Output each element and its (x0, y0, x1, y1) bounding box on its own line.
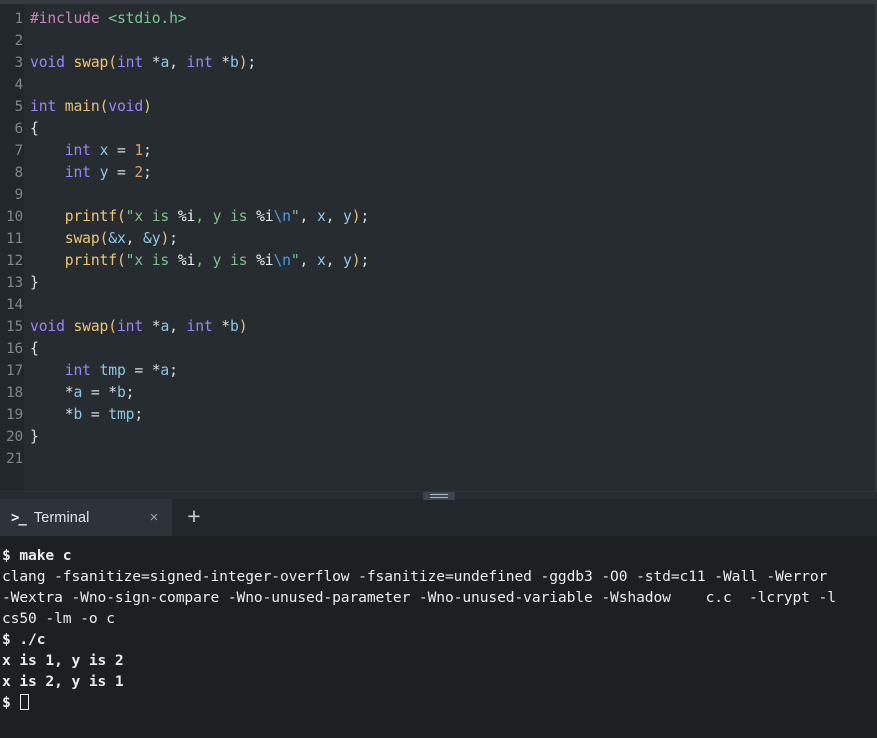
line-number: 17 (5, 363, 23, 379)
line-number: 21 (5, 451, 23, 467)
code-line: swap(&x, &y); (64, 230, 178, 247)
terminal-tab-label: Terminal (33, 509, 90, 526)
code-line: *b = tmp; (30, 406, 144, 423)
terminal-line: $ ./c (2, 631, 46, 648)
terminal-line: $ make c (2, 547, 72, 564)
code-line: printf("x is %i, y is %i\n", x, y); (64, 252, 370, 269)
terminal-tab-bar: >_ Terminal × + (0, 499, 877, 536)
line-number: 19 (5, 407, 23, 423)
line-number: 16 (5, 341, 23, 357)
sash-drag-handle[interactable] (422, 492, 455, 500)
code-line: int x = 1; (64, 142, 152, 159)
terminal-line: -Wextra -Wno-sign-compare -Wno-unused-pa… (2, 589, 836, 606)
terminal-tab[interactable]: >_ Terminal × (0, 499, 172, 536)
code-line: #include <stdio.h> (30, 8, 877, 30)
line-number: 18 (5, 385, 23, 401)
code-line: void swap(int *a, int *b); (30, 54, 257, 71)
line-number: 4 (14, 77, 23, 93)
tok-header: <stdio.h> (108, 10, 187, 27)
line-number: 5 (14, 99, 23, 115)
code-line: } (30, 274, 39, 291)
terminal-cursor (20, 694, 30, 710)
line-number: 8 (14, 165, 23, 181)
line-number: 1 (14, 11, 23, 27)
code-line: } (30, 428, 39, 445)
line-number: 12 (5, 253, 23, 269)
terminal-prompt-line: $ (2, 692, 877, 713)
code-line: int tmp = *a; (64, 362, 178, 379)
line-number: 2 (14, 33, 23, 49)
terminal-line: cs50 -lm -o c (2, 610, 115, 627)
line-number: 15 (5, 319, 23, 335)
code-content[interactable]: #include <stdio.h> void swap(int *a, int… (24, 4, 877, 491)
vscode-window: 1 2 3 4 5 6 7 8 9 10 11 12 13 14 15 16 1… (0, 0, 877, 738)
terminal-panel: >_ Terminal × + $ make c clang -fsanitiz… (0, 499, 877, 738)
line-number-gutter: 1 2 3 4 5 6 7 8 9 10 11 12 13 14 15 16 1… (0, 4, 24, 491)
code-line: void swap(int *a, int *b) (30, 318, 248, 335)
shell-prompt: $ (2, 694, 20, 711)
code-line: printf("x is %i, y is %i\n", x, y); (64, 208, 370, 225)
terminal-output[interactable]: $ make c clang -fsanitize=signed-integer… (0, 536, 877, 738)
code-line: { (30, 120, 39, 137)
line-number: 6 (14, 121, 23, 137)
code-line: { (30, 340, 39, 357)
line-number: 14 (5, 297, 23, 313)
code-line: *a = *b; (30, 384, 135, 401)
panel-resize-sash[interactable] (0, 491, 877, 500)
prompt-icon: >_ (11, 509, 27, 526)
line-number: 20 (5, 429, 23, 445)
line-number: 11 (5, 231, 23, 247)
line-number: 10 (5, 209, 23, 225)
close-icon[interactable]: × (146, 510, 162, 525)
terminal-line: clang -fsanitize=signed-integer-overflow… (2, 568, 828, 585)
terminal-line: x is 2, y is 1 (2, 673, 124, 690)
line-number: 9 (14, 187, 23, 203)
code-line: int main(void) (30, 98, 152, 115)
line-number: 3 (14, 55, 23, 71)
tok-preprocessor: #include (30, 10, 100, 27)
new-terminal-button[interactable]: + (172, 499, 216, 536)
line-number: 13 (5, 275, 23, 291)
code-editor[interactable]: 1 2 3 4 5 6 7 8 9 10 11 12 13 14 15 16 1… (0, 4, 877, 491)
terminal-line: x is 1, y is 2 (2, 652, 124, 669)
code-line: int y = 2; (64, 164, 152, 181)
line-number: 7 (14, 143, 23, 159)
